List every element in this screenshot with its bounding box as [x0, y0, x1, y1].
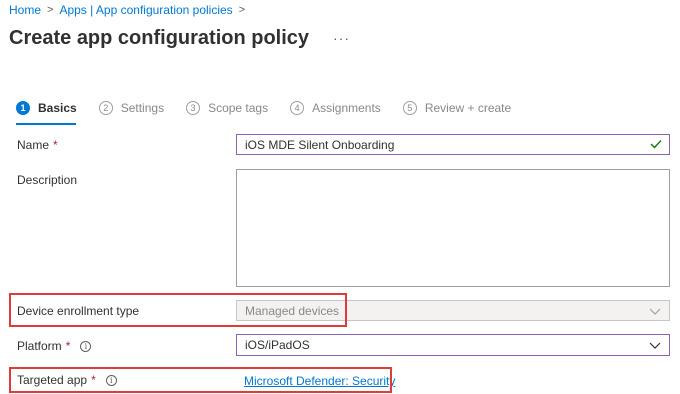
annotation-box-enrollment: [9, 293, 347, 327]
description-textarea[interactable]: [236, 169, 670, 287]
step-number-icon: 4: [290, 101, 305, 115]
more-options-button[interactable]: ···: [333, 30, 350, 46]
step-label: Review + create: [424, 101, 512, 115]
breadcrumb-separator-icon: >: [47, 4, 54, 16]
chevron-down-icon: [649, 305, 661, 317]
page-title: Create app configuration policy: [9, 27, 310, 49]
breadcrumb: Home > Apps | App configuration policies…: [9, 2, 251, 18]
step-assignments[interactable]: 4 Assignments: [290, 101, 381, 115]
step-label: Basics: [38, 101, 77, 115]
chevron-down-icon: [649, 339, 661, 351]
platform-label-text: Platform: [17, 339, 62, 353]
step-label: Settings: [120, 101, 165, 115]
info-icon[interactable]: i: [80, 340, 92, 352]
step-basics[interactable]: 1 Basics: [16, 101, 77, 115]
step-number-icon: 3: [186, 101, 201, 115]
check-icon: [650, 138, 662, 152]
active-step-underline: [16, 123, 76, 125]
step-scope-tags[interactable]: 3 Scope tags: [186, 101, 268, 115]
name-label-text: Name: [17, 138, 50, 152]
name-input-value: iOS MDE Silent Onboarding: [245, 137, 395, 152]
platform-value: iOS/iPadOS: [245, 338, 310, 352]
step-number-icon: 1: [16, 101, 30, 115]
description-label-text: Description: [17, 173, 78, 187]
name-label: Name *: [17, 138, 58, 152]
step-number-icon: 5: [402, 101, 417, 115]
name-input[interactable]: iOS MDE Silent Onboarding: [236, 134, 670, 155]
breadcrumb-separator-icon: >: [238, 4, 246, 16]
step-settings[interactable]: 2 Settings: [98, 101, 165, 115]
wizard-steps: 1 Basics 2 Settings 3 Scope tags 4 Assig…: [16, 98, 533, 118]
step-label: Assignments: [312, 101, 381, 115]
required-asterisk: *: [53, 138, 58, 152]
step-label: Scope tags: [208, 101, 269, 115]
breadcrumb-app-config-policies[interactable]: Apps | App configuration policies: [59, 3, 232, 17]
step-review-create[interactable]: 5 Review + create: [402, 101, 512, 115]
required-asterisk: *: [65, 339, 71, 353]
platform-select[interactable]: iOS/iPadOS: [236, 334, 670, 356]
breadcrumb-home[interactable]: Home: [9, 3, 41, 17]
platform-label: Platform * i: [17, 339, 92, 353]
description-label: Description: [17, 173, 77, 187]
step-number-icon: 2: [98, 101, 113, 115]
annotation-box-targeted-app: [9, 367, 392, 393]
